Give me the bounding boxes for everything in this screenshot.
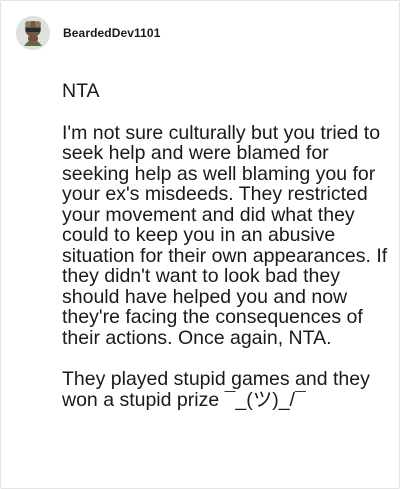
- avatar-icon[interactable]: [16, 16, 50, 50]
- comment-paragraph: NTA: [62, 80, 100, 102]
- comment-paragraph: I'm not sure culturally but you tried to…: [62, 121, 388, 349]
- comment-paragraph: They played stupid games and they won a …: [62, 368, 370, 411]
- comment-body: NTA I'm not sure culturally but you trie…: [62, 81, 392, 431]
- comment-header: BeardedDev1101: [16, 15, 160, 51]
- author-username[interactable]: BeardedDev1101: [63, 26, 160, 40]
- comment-card: BeardedDev1101 NTA I'm not sure cultural…: [0, 0, 400, 489]
